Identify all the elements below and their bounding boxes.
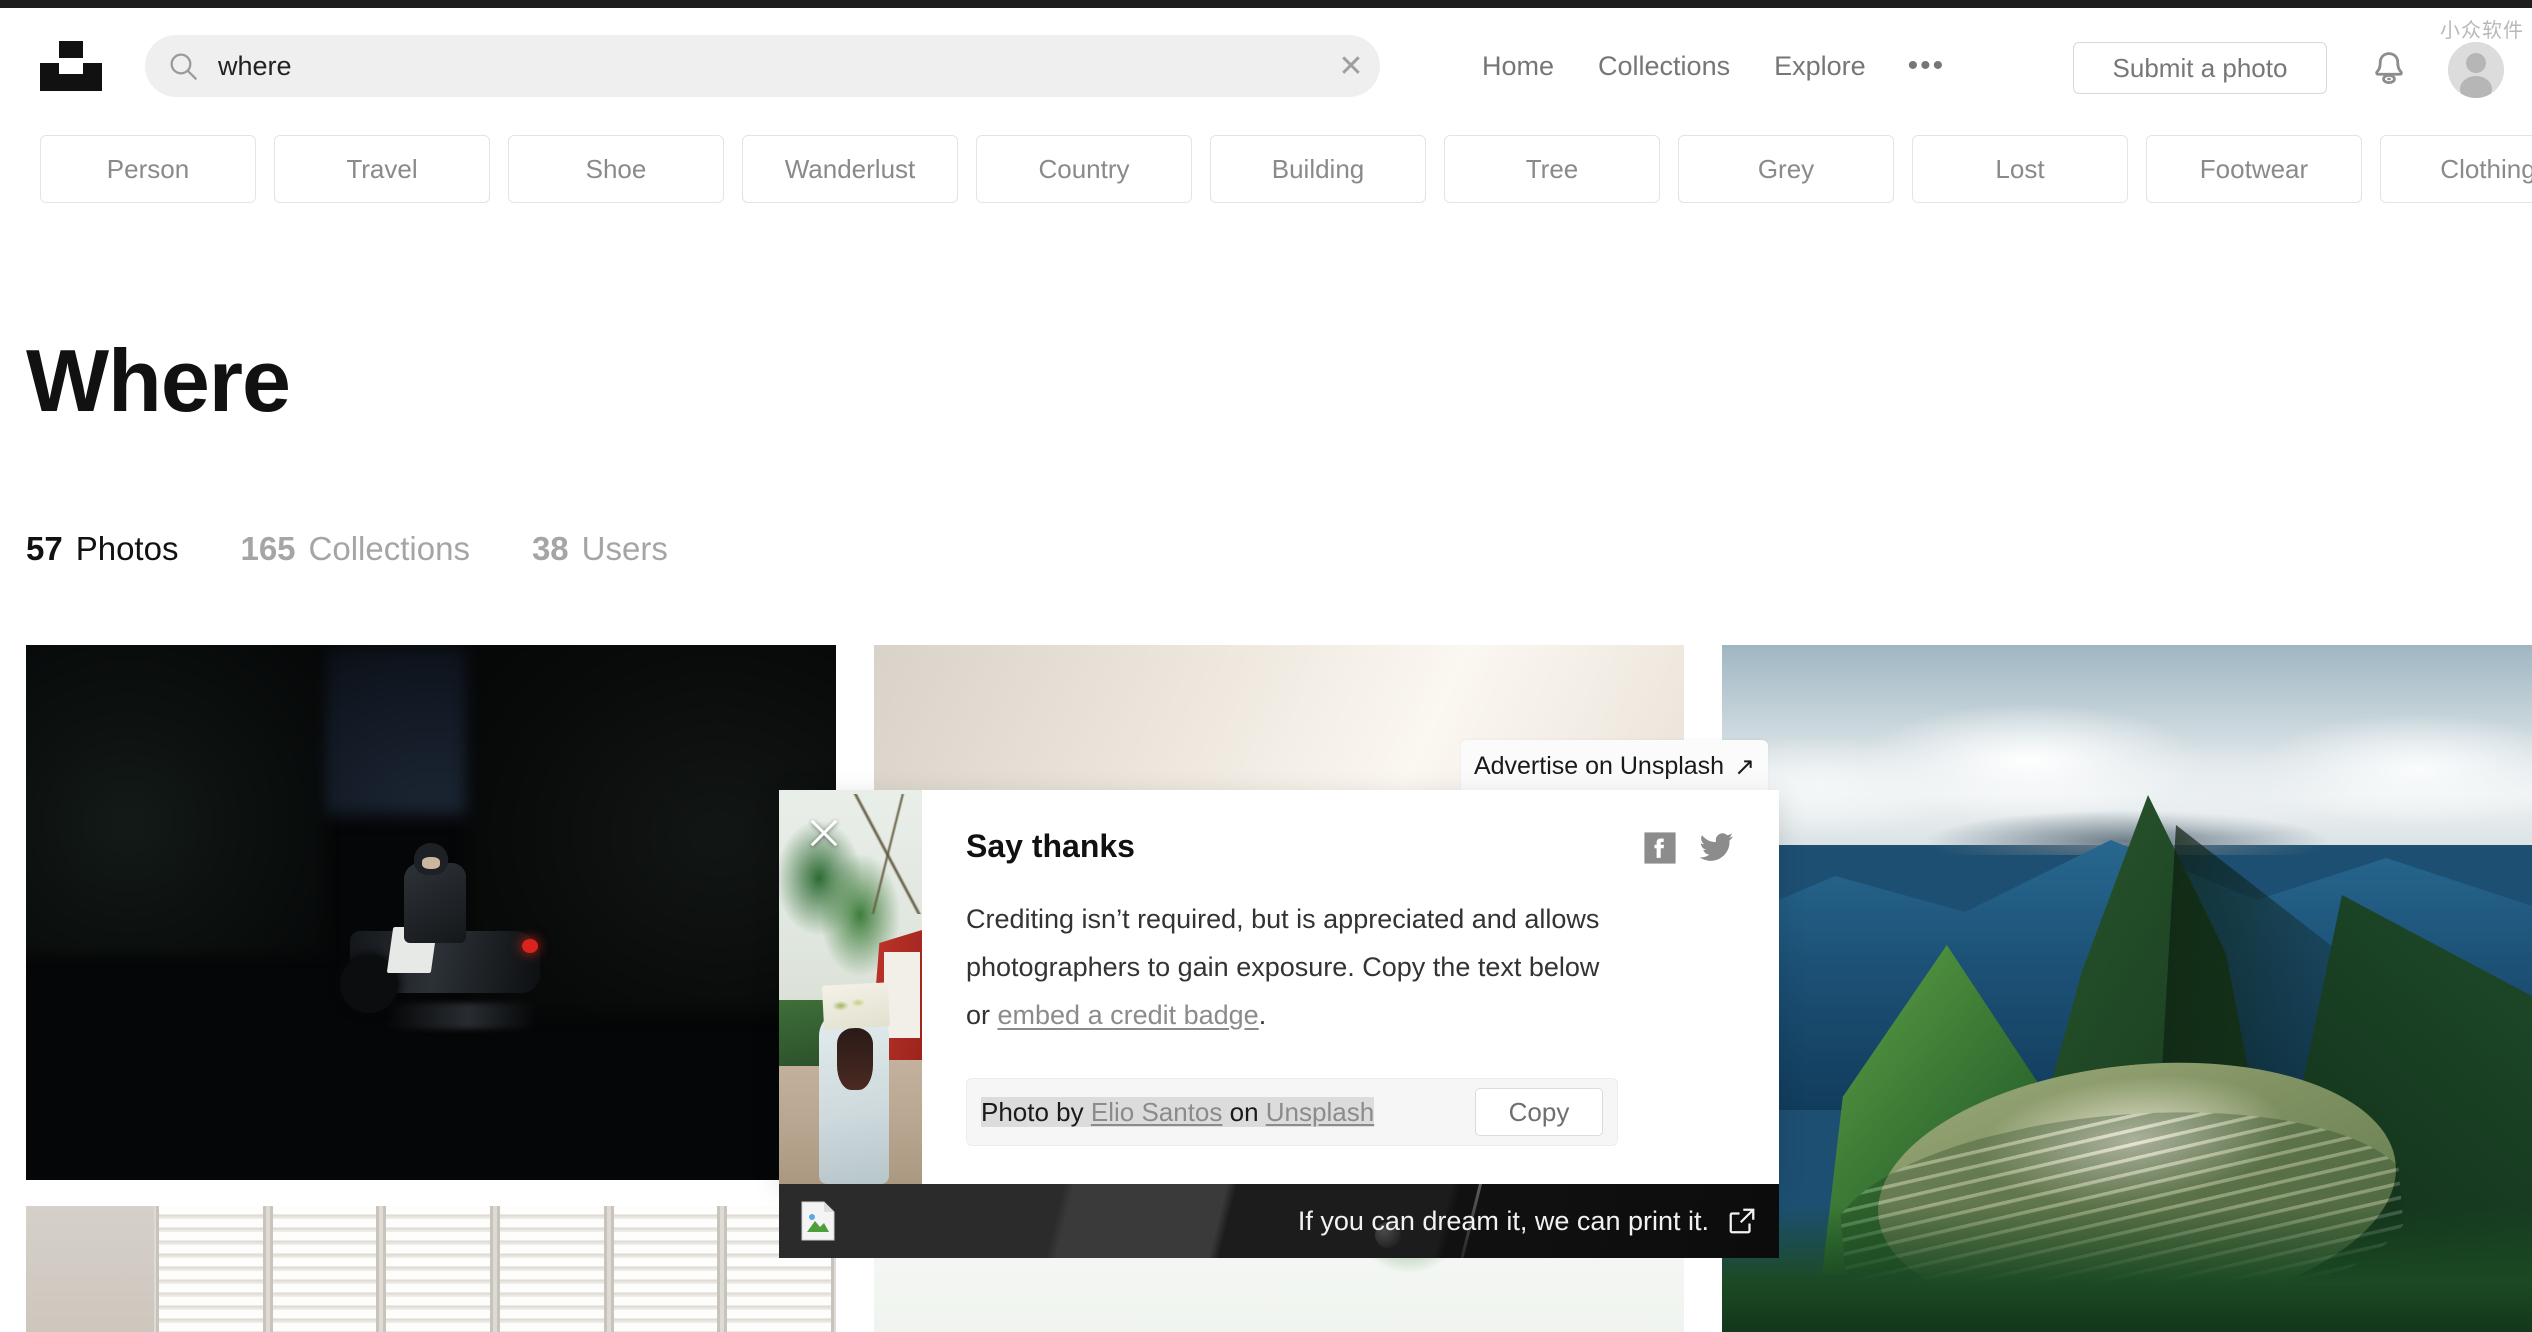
modal-header: Say thanks (966, 828, 1735, 865)
photo-decor (1722, 1205, 2532, 1332)
search-icon (167, 50, 199, 82)
photo-night-motorcycle[interactable] (26, 645, 836, 1180)
users-label: Users (581, 530, 668, 567)
broken-image-icon (801, 1201, 835, 1241)
bell-icon[interactable] (2368, 48, 2410, 90)
ad-banner-text: If you can dream it, we can print it. (1297, 1205, 1709, 1236)
collections-label: Collections (308, 530, 470, 567)
photos-count: 57 (26, 530, 63, 567)
tag-chip[interactable]: Travel (274, 135, 490, 203)
say-thanks-modal: Say thanks Crediting isn’t required, but… (779, 790, 1779, 1184)
credit-prefix: Photo by (981, 1096, 1091, 1127)
twitter-share-icon[interactable] (1699, 832, 1735, 864)
tag-chip[interactable]: Country (976, 135, 1192, 203)
advertise-on-unsplash-button[interactable]: Advertise on Unsplash ↗ (1461, 740, 1768, 793)
modal-title: Say thanks (966, 828, 1135, 864)
tag-chip[interactable]: Person (40, 135, 256, 203)
primary-nav: Home Collections Explore ••• (1460, 35, 1965, 97)
social-share-group (1643, 828, 1735, 865)
nav-more-menu[interactable]: ••• (1888, 35, 1966, 97)
tab-photos[interactable]: 57 Photos (26, 530, 178, 568)
modal-body: Say thanks Crediting isn’t required, but… (922, 790, 1779, 1184)
collections-count: 165 (240, 530, 296, 567)
close-icon[interactable] (803, 812, 845, 854)
nav-explore[interactable]: Explore (1752, 35, 1888, 97)
nav-home[interactable]: Home (1460, 35, 1576, 97)
credit-middle: on (1222, 1096, 1266, 1127)
external-link-icon (1727, 1206, 1757, 1236)
tag-chip[interactable]: Clothing (2380, 135, 2532, 203)
photo-decor (26, 645, 326, 955)
modal-body-text: Crediting isn’t required, but is appreci… (966, 895, 1606, 1039)
submit-a-photo-button[interactable]: Submit a photo (2073, 42, 2327, 94)
tag-chip[interactable]: Footwear (2146, 135, 2362, 203)
site-header: ✕ Home Collections Explore ••• Submit a … (0, 8, 2532, 120)
copy-button[interactable]: Copy (1475, 1088, 1603, 1136)
tag-chip[interactable]: Tree (1444, 135, 1660, 203)
users-count: 38 (531, 530, 569, 567)
print-ad-banner[interactable]: If you can dream it, we can print it. (779, 1184, 1779, 1258)
browser-chrome-edge (0, 0, 2532, 8)
tab-collections[interactable]: 165 Collections (240, 530, 469, 568)
search-clear-button[interactable]: ✕ (1322, 35, 1380, 97)
credit-text-field[interactable]: Photo by Elio Santos on Unsplash Copy (966, 1078, 1618, 1146)
tag-chip[interactable]: Lost (1912, 135, 2128, 203)
photo-decor (326, 835, 556, 1035)
unsplash-search-page: ✕ Home Collections Explore ••• Submit a … (0, 0, 2532, 1332)
search-bar[interactable]: ✕ (145, 35, 1380, 97)
related-tags-row: Person Travel Shoe Wanderlust Country Bu… (0, 124, 2532, 214)
watermark-text: 小众软件 (2440, 18, 2524, 42)
nav-collections[interactable]: Collections (1576, 35, 1752, 97)
user-avatar[interactable] (2448, 42, 2504, 98)
photo-decor (1722, 685, 2532, 855)
modal-photo-thumbnail[interactable] (779, 790, 922, 1184)
grid-column-3 (1722, 645, 2532, 1332)
unsplash-logo-icon[interactable] (40, 41, 102, 91)
grid-column-1 (26, 645, 836, 1332)
page-title: Where (26, 331, 291, 430)
photo-white-shutters[interactable] (26, 1206, 836, 1332)
credit-text-value[interactable]: Photo by Elio Santos on Unsplash (981, 1096, 1475, 1128)
tag-chip[interactable]: Building (1210, 135, 1426, 203)
result-type-tabs: 57 Photos 165 Collections 38 Users (26, 530, 730, 568)
advertise-label: Advertise on Unsplash (1473, 752, 1725, 780)
unsplash-link[interactable]: Unsplash (1266, 1097, 1374, 1127)
photo-machu-picchu[interactable] (1722, 645, 2532, 1332)
tab-users[interactable]: 38 Users (532, 530, 668, 568)
photos-label: Photos (75, 530, 179, 567)
tag-chip[interactable]: Shoe (508, 135, 724, 203)
embed-credit-badge-link[interactable]: embed a credit badge (998, 1000, 1259, 1030)
facebook-share-icon[interactable] (1643, 831, 1677, 865)
tag-chip[interactable]: Grey (1678, 135, 1894, 203)
search-input[interactable] (218, 50, 1322, 82)
external-link-icon: ↗ (1734, 752, 1756, 781)
photo-decor (26, 1206, 836, 1332)
photographer-link[interactable]: Elio Santos (1091, 1097, 1223, 1127)
tag-chip[interactable]: Wanderlust (742, 135, 958, 203)
modal-text-part2: . (1258, 1000, 1267, 1030)
